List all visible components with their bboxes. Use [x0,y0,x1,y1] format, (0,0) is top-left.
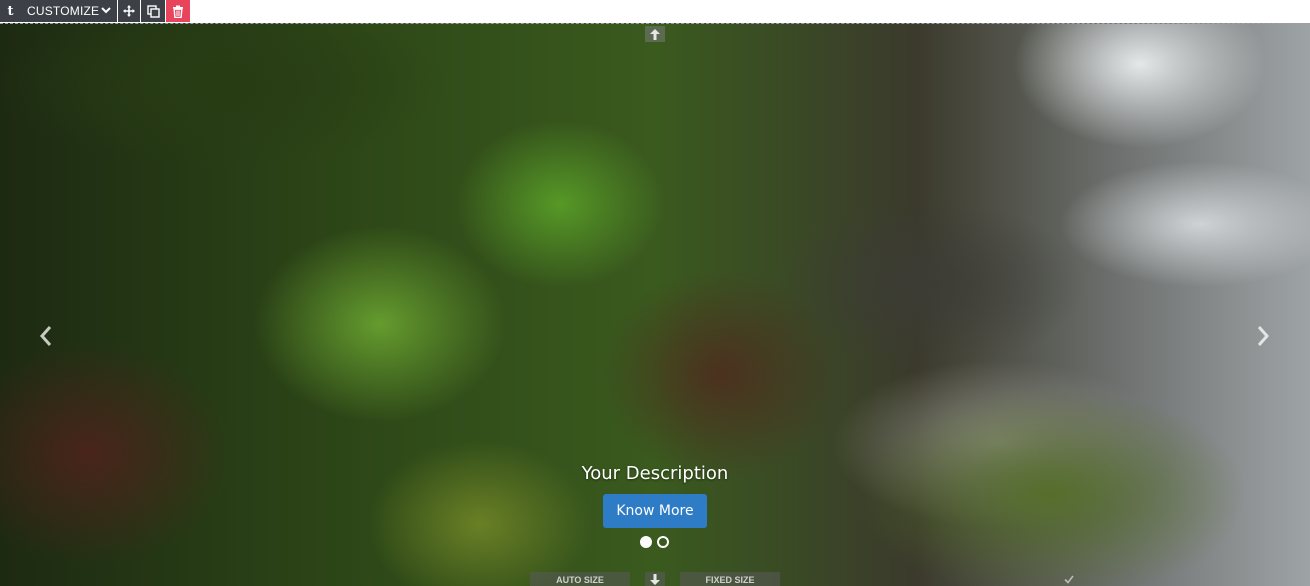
know-more-button[interactable]: Know More [603,494,707,528]
slide-dot-1[interactable] [640,536,652,548]
logo-letter: t [7,3,14,19]
edit-toolbar: t CUSTOMIZE [0,0,1310,23]
chevron-right-icon [1257,326,1270,346]
trash-icon [173,5,183,18]
chevron-down-icon [101,7,111,14]
fixed-size-toggle[interactable]: FIXED SIZE [680,572,780,586]
auto-size-toggle[interactable]: AUTO SIZE [530,572,1074,586]
move-button[interactable] [118,0,140,22]
move-section-down-button[interactable] [645,572,665,586]
customize-label: CUSTOMIZE [27,4,100,18]
next-slide-arrow[interactable] [1255,324,1271,348]
delete-button[interactable] [166,0,190,22]
logo-button[interactable]: t [0,0,21,22]
slide-description: Your Description [581,463,729,484]
arrow-up-icon [650,28,660,40]
section-size-controls: AUTO SIZE FIXED SIZE [0,572,1310,586]
duplicate-icon [146,4,160,18]
arrow-down-icon [650,574,660,585]
slide-pagination [640,536,669,548]
previous-slide-arrow[interactable] [38,324,54,348]
move-icon [123,5,135,17]
slide-dot-2[interactable] [657,536,669,548]
auto-size-label: AUTO SIZE [556,574,604,585]
check-icon [1064,575,1074,584]
customize-dropdown[interactable]: CUSTOMIZE [21,0,117,22]
hero-slider: Your Description Know More AUTO SIZE FIX… [0,23,1310,586]
duplicate-button[interactable] [141,0,165,22]
chevron-left-icon [39,326,52,346]
move-section-up-button[interactable] [645,26,665,42]
fixed-size-label: FIXED SIZE [705,574,755,585]
